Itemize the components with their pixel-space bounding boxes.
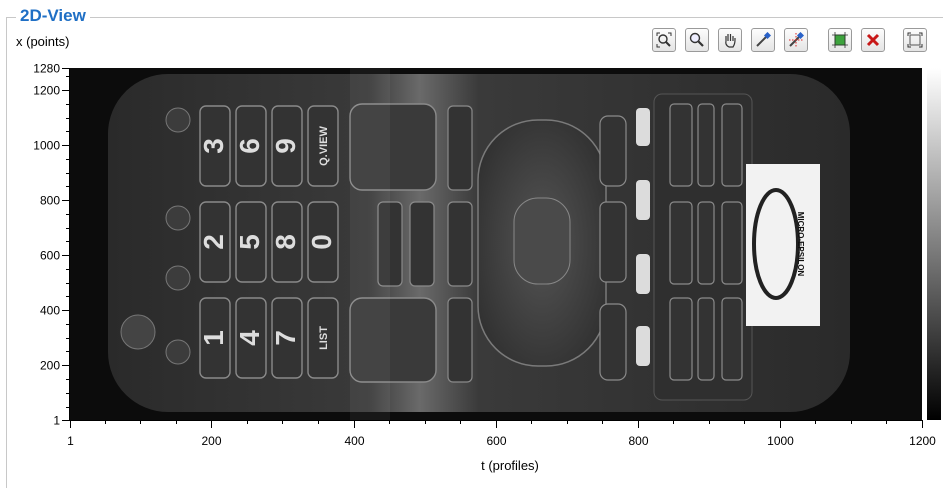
y-tick-label: 1000 [33,139,60,153]
x-tick-label: 1200 [909,434,936,448]
x-tick-label: 600 [486,434,506,448]
y-tick-label: 200 [40,359,60,373]
y-tick-label: 600 [40,249,60,263]
y-tick-label: 1280 [33,62,60,76]
x-axis-title: t (profiles) [481,458,539,473]
x-tick-label: 1 [67,434,74,448]
y-tick-label: 1200 [33,84,60,98]
y-tick-label: 1 [53,414,60,428]
x-tick-label: 800 [628,434,648,448]
plot-axes: 12004006008001000120012801 200 400 600 800 10… [33,62,936,449]
y-tick-label: 800 [40,194,60,208]
x-tick-label: 400 [344,434,364,448]
y-tick-label: 400 [40,304,60,318]
x-tick-label: 1000 [767,434,794,448]
x-tick-label: 200 [201,434,221,448]
